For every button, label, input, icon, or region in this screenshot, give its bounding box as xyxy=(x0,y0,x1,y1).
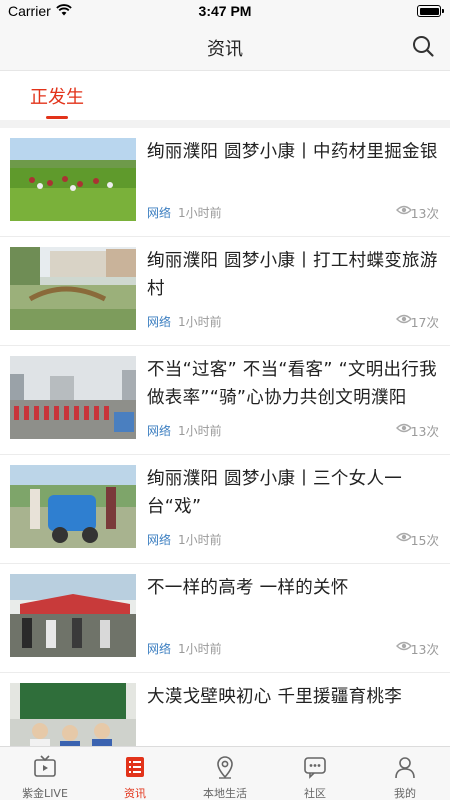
news-thumbnail xyxy=(10,247,136,330)
section-divider xyxy=(0,120,450,128)
tv-icon xyxy=(34,755,56,777)
eye-icon xyxy=(396,205,412,215)
bottom-tab-community[interactable]: 社区 xyxy=(270,747,360,800)
location-pin-icon xyxy=(217,756,233,779)
news-views: 13次 xyxy=(410,642,439,657)
news-views: 17次 xyxy=(410,315,439,330)
news-item[interactable]: 绚丽濮阳 圆梦小康丨中药材里掘金银 网络 1小时前 13次 xyxy=(0,128,450,237)
bottom-tab-label: 资讯 xyxy=(124,787,146,800)
tab-happening[interactable]: 正发生 xyxy=(22,83,92,119)
news-source: 网络 xyxy=(147,533,172,547)
eye-icon xyxy=(396,532,412,542)
bottom-tab-news[interactable]: 资讯 xyxy=(90,747,180,800)
news-thumbnail xyxy=(10,574,136,657)
news-time: 1小时前 xyxy=(178,315,222,329)
news-title: 绚丽濮阳 圆梦小康丨三个女人一台“戏” xyxy=(147,469,403,517)
news-thumbnail xyxy=(10,356,136,439)
eye-icon xyxy=(396,641,412,651)
news-source: 网络 xyxy=(147,206,172,220)
bottom-tab-label: 本地生活 xyxy=(203,787,247,800)
bottom-tab-me[interactable]: 我的 xyxy=(360,747,450,800)
news-views: 13次 xyxy=(410,206,439,221)
news-source: 网络 xyxy=(147,642,172,656)
list-icon xyxy=(126,757,144,777)
user-icon xyxy=(395,757,415,779)
page-title: 资讯 xyxy=(207,39,243,60)
bottom-tab-label: 紫金LIVE xyxy=(22,787,68,800)
news-item[interactable]: 不一样的高考 一样的关怀 网络 1小时前 13次 xyxy=(0,564,450,673)
news-thumbnail xyxy=(10,465,136,548)
news-title: 不当“过客” 不当“看客” “文明出行我做表率”“骑”心协力共创文明濮阳 xyxy=(147,360,437,408)
bottom-tab-label: 我的 xyxy=(394,787,416,800)
news-time: 1小时前 xyxy=(178,533,222,547)
bottom-tab-label: 社区 xyxy=(304,787,326,800)
status-bar: Carrier 3:47 PM xyxy=(0,0,450,24)
search-icon[interactable] xyxy=(411,34,435,58)
news-time: 1小时前 xyxy=(178,642,222,656)
news-item[interactable]: 不当“过客” 不当“看客” “文明出行我做表率”“骑”心协力共创文明濮阳 网络 … xyxy=(0,346,450,455)
news-views: 15次 xyxy=(410,533,439,548)
bottom-tab-bar: 紫金LIVE 资讯 本地生活 社区 我的 xyxy=(0,746,450,800)
news-time: 1小时前 xyxy=(178,424,222,438)
news-source: 网络 xyxy=(147,424,172,438)
news-time: 1小时前 xyxy=(178,206,222,220)
chat-bubble-icon xyxy=(304,757,326,779)
bottom-tab-local[interactable]: 本地生活 xyxy=(180,747,270,800)
eye-icon xyxy=(396,423,412,433)
nav-bar: 资讯 xyxy=(0,24,450,70)
news-title: 绚丽濮阳 圆梦小康丨打工村蝶变旅游村 xyxy=(147,251,438,299)
news-thumbnail xyxy=(10,138,136,221)
battery-icon xyxy=(417,5,444,17)
news-title: 不一样的高考 一样的关怀 xyxy=(147,578,349,598)
news-list: 绚丽濮阳 圆梦小康丨中药材里掘金银 网络 1小时前 13次 绚丽濮阳 圆梦小康丨… xyxy=(0,128,450,782)
category-tab-bar: 正发生 xyxy=(0,70,450,120)
bottom-tab-live[interactable]: 紫金LIVE xyxy=(0,747,90,800)
news-title: 绚丽濮阳 圆梦小康丨中药材里掘金银 xyxy=(147,142,438,162)
tab-active-indicator xyxy=(46,116,68,119)
news-source: 网络 xyxy=(147,315,172,329)
tab-label: 正发生 xyxy=(30,87,84,108)
news-views: 13次 xyxy=(410,424,439,439)
news-item[interactable]: 绚丽濮阳 圆梦小康丨三个女人一台“戏” 网络 1小时前 15次 xyxy=(0,455,450,564)
eye-icon xyxy=(396,314,412,324)
news-item[interactable]: 绚丽濮阳 圆梦小康丨打工村蝶变旅游村 网络 1小时前 17次 xyxy=(0,237,450,346)
status-time: 3:47 PM xyxy=(198,3,252,19)
news-title: 大漠戈壁映初心 千里援疆育桃李 xyxy=(147,687,403,707)
